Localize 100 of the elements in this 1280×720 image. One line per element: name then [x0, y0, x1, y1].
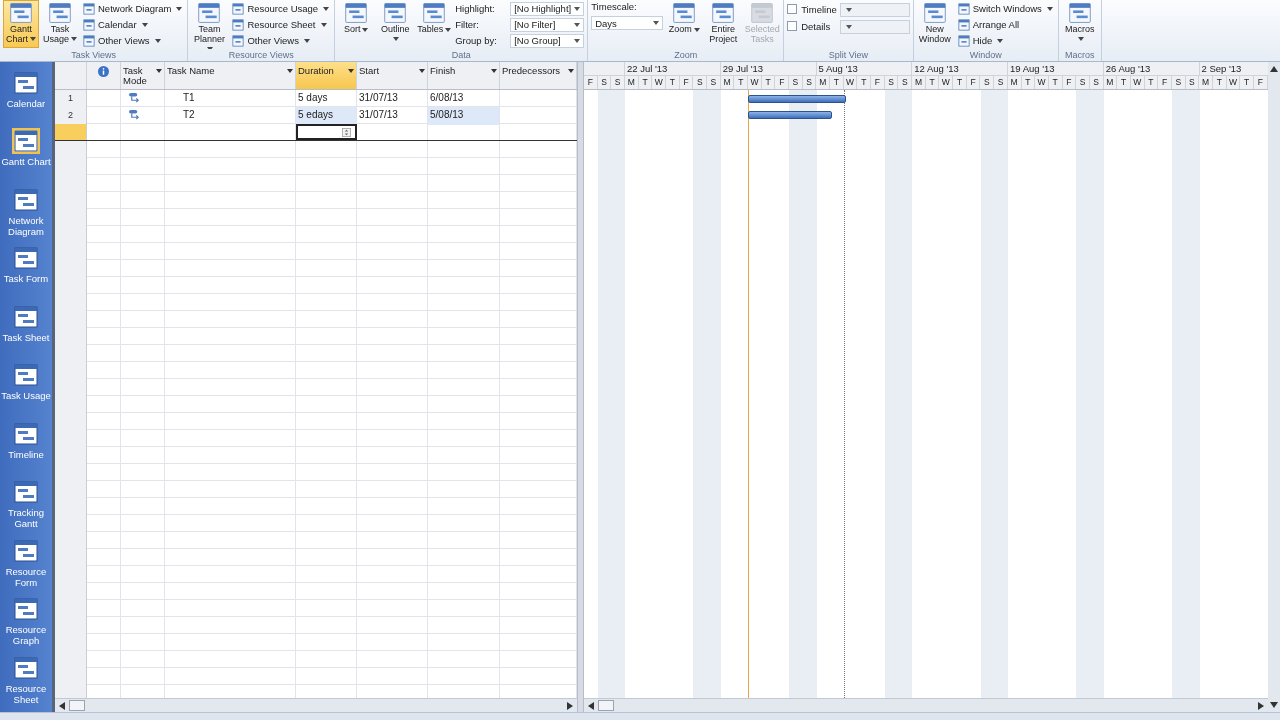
scroll-left-icon[interactable]	[59, 701, 65, 710]
field-label: Timescale:	[591, 1, 638, 12]
spinner-icon[interactable]	[342, 128, 351, 137]
task-bar[interactable]	[748, 111, 833, 119]
ribbon-button[interactable]: New Window	[916, 0, 953, 48]
view-button[interactable]: Gantt Chart	[0, 128, 52, 186]
ribbon-button[interactable]: Macros	[1061, 0, 1098, 48]
table-cell: 5/08/13	[428, 107, 500, 125]
window-icon	[232, 18, 245, 31]
column-header[interactable]: Duration	[296, 62, 357, 89]
window-icon	[9, 1, 33, 25]
view-button[interactable]: Timeline	[0, 420, 52, 479]
input-field[interactable]	[296, 124, 357, 140]
window-icon	[344, 1, 369, 25]
window-icon	[14, 247, 38, 270]
caret-icon	[845, 25, 852, 29]
scroll-down-icon[interactable]	[1270, 702, 1278, 708]
day-label: T	[857, 76, 872, 89]
scroll-right-icon[interactable]	[567, 701, 573, 710]
ribbon-button[interactable]: Sort	[338, 0, 375, 48]
ribbon-button[interactable]: Resource Usage	[230, 1, 332, 16]
view-button[interactable]: Tracking Gantt	[0, 479, 52, 537]
view-button[interactable]: Resource Graph	[0, 596, 52, 654]
checkbox[interactable]: Timeline	[787, 1, 837, 17]
window-icon	[197, 1, 222, 25]
caret-icon	[653, 21, 660, 25]
ribbon-button[interactable]: Zoom	[666, 0, 703, 48]
group-label: Resource Views	[227, 49, 295, 61]
scrollbar[interactable]	[1268, 62, 1280, 712]
scroll-thumb[interactable]	[69, 700, 85, 711]
day-label: T	[761, 76, 776, 89]
week-label: 22 Jul '13	[627, 63, 668, 74]
scrollbar[interactable]	[584, 698, 1268, 712]
ribbon-button[interactable]: Outline	[377, 0, 414, 48]
row-number: 1	[55, 90, 87, 108]
ribbon-button[interactable]: Other Views	[230, 33, 332, 48]
day-label: T	[1048, 76, 1063, 89]
column-header[interactable]: Finish	[428, 62, 500, 89]
view-button[interactable]: Task Form	[0, 245, 52, 303]
view-button[interactable]: Resource Form	[0, 537, 52, 596]
day-label: S	[994, 76, 1008, 89]
ribbon-button[interactable]: Task Usage	[42, 0, 78, 48]
view-button[interactable]: Network Diagram	[0, 186, 52, 245]
caret-icon	[574, 22, 581, 27]
day-label: S	[707, 76, 721, 89]
dropdown-field[interactable]: [No Highlight]	[510, 1, 585, 16]
day-label: S	[980, 76, 995, 89]
view-button[interactable]: Calendar	[0, 70, 52, 128]
day-label: W	[748, 76, 762, 89]
caret-icon[interactable]	[287, 69, 293, 73]
ribbon-button[interactable]: Resource Sheet	[230, 17, 332, 32]
dropdown-field[interactable]: [No Filter]	[510, 17, 585, 32]
view-button[interactable]: Task Sheet	[0, 303, 52, 362]
column-header[interactable]: Start	[357, 62, 428, 89]
caret-icon	[323, 6, 330, 11]
day-label: S	[1076, 76, 1090, 89]
group-label: Zoom	[673, 49, 699, 61]
ribbon-button[interactable]: Gantt Chart	[3, 0, 39, 48]
row-number: 2	[55, 107, 87, 125]
day-label: T	[1117, 76, 1131, 89]
task-mode-icon	[128, 92, 141, 103]
view-button[interactable]: Task Usage	[0, 362, 52, 420]
window-icon	[14, 72, 38, 94]
caret-icon[interactable]	[491, 69, 497, 73]
caret-icon[interactable]	[419, 69, 425, 73]
ribbon-button[interactable]: Switch Windows	[955, 1, 1055, 16]
ribbon-button[interactable]: Network Diagram	[81, 1, 185, 16]
caret-icon[interactable]	[348, 69, 354, 73]
ribbon-button[interactable]: Hide	[955, 33, 1055, 48]
day-label: F	[871, 76, 885, 89]
scroll-up-icon[interactable]	[1270, 66, 1278, 72]
scroll-thumb[interactable]	[598, 700, 614, 711]
dropdown-field[interactable]: [No Group]	[510, 33, 585, 48]
window-icon	[232, 2, 245, 15]
caret-icon[interactable]	[156, 69, 162, 73]
window-icon	[48, 1, 72, 25]
ribbon-button[interactable]: Tables	[416, 0, 453, 48]
window-icon	[750, 1, 775, 25]
checkbox[interactable]: Details	[787, 18, 837, 34]
ribbon-button[interactable]: Entire Project	[705, 0, 742, 48]
scrollbar[interactable]	[55, 698, 577, 712]
day-label: W	[843, 76, 858, 89]
day-label: W	[1035, 76, 1049, 89]
caret-icon	[141, 22, 148, 27]
scroll-left-icon[interactable]	[588, 701, 594, 710]
day-label: T	[830, 76, 844, 89]
task-bar[interactable]	[748, 95, 846, 103]
column-header[interactable]: Task Mode	[121, 62, 165, 89]
day-label: T	[1021, 76, 1036, 89]
day-label: M	[625, 76, 639, 89]
caret-icon[interactable]	[568, 69, 574, 73]
window-icon	[422, 1, 447, 25]
ribbon-button[interactable]: Arrange All	[955, 17, 1055, 32]
ribbon-button[interactable]: Calendar	[81, 17, 185, 32]
dropdown-field[interactable]: Days	[591, 16, 664, 30]
view-button[interactable]: Resource Sheet	[0, 654, 52, 712]
scroll-right-icon[interactable]	[1258, 701, 1264, 710]
ribbon-button[interactable]: Team Planner	[191, 0, 228, 48]
day-label: T	[1240, 76, 1254, 89]
ribbon-button[interactable]: Other Views	[81, 33, 185, 48]
